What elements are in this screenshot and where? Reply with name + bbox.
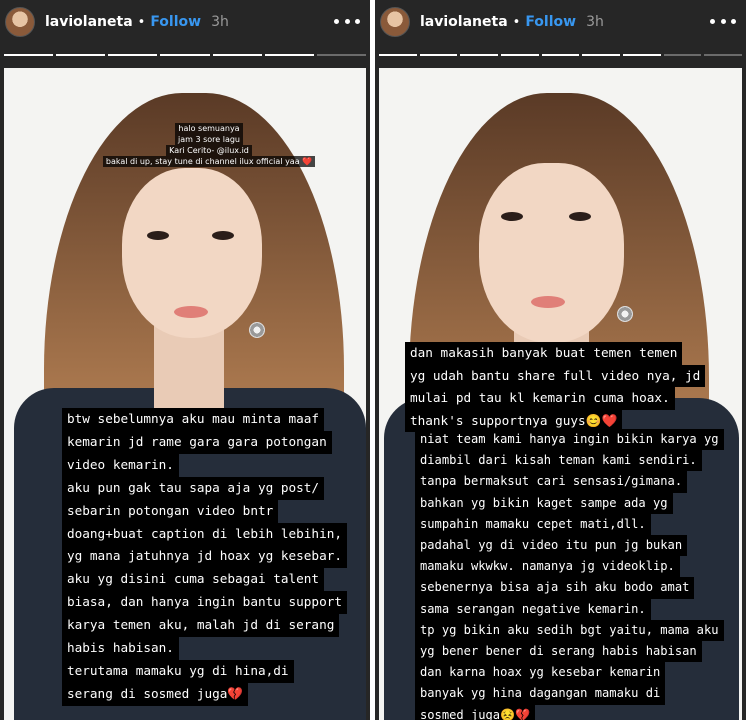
caption-line: Kari Cerito- @ilux.id	[166, 145, 252, 156]
story-header: laviolaneta • Follow 3h	[0, 0, 370, 44]
username[interactable]: laviolaneta	[420, 14, 508, 30]
more-options-icon[interactable]	[334, 8, 360, 34]
text-line: yg udah bantu share full video nya, jd	[405, 364, 706, 387]
text-line: video kemarin.	[62, 453, 179, 477]
progress-segment	[56, 54, 106, 56]
follow-button[interactable]: Follow	[150, 14, 201, 30]
progress-segment	[212, 54, 262, 56]
progress-segment	[419, 54, 458, 56]
progress-segment	[316, 54, 366, 56]
text-line: banyak yg hina dagangan mamaku di	[415, 683, 666, 705]
text-line: aku pun gak tau sapa aja yg post/	[62, 476, 325, 500]
story-header: laviolaneta • Follow 3h	[375, 0, 746, 44]
story-text-overlay: btw sebelumnya aku mau minta maaf kemarin…	[62, 408, 370, 706]
progress-segment	[663, 54, 702, 56]
text-line: dan makasih banyak buat temen temen	[405, 342, 683, 365]
text-line: sumpahin mamaku cepet mati,dll.	[415, 513, 651, 536]
text-line: serang di sosmed juga💔	[62, 682, 249, 706]
text-line: terutama mamaku yg di hina,di	[62, 659, 294, 683]
text-line: doang+buat caption di lebih lebihin,	[62, 522, 347, 546]
text-line: bahkan yg bikin kaget sampe ada yg	[415, 492, 673, 514]
text-line: yg mana jatuhnya jd hoax yg kesebar.	[62, 545, 347, 569]
separator-dot: •	[137, 14, 146, 30]
story-progress-bar	[4, 54, 366, 57]
post-time: 3h	[586, 14, 604, 30]
story-text-overlay: niat team kami hanya ingin bikin karya y…	[415, 429, 745, 720]
more-options-icon[interactable]	[710, 8, 736, 34]
caption-line: jam 3 sore lagu	[174, 134, 243, 145]
progress-segment	[264, 54, 314, 56]
follow-button[interactable]: Follow	[525, 14, 576, 30]
progress-segment	[108, 54, 158, 56]
text-line: diambil dari kisah teman kami sendiri.	[415, 450, 702, 472]
text-line: tanpa bermaksut cari sensasi/gimana.	[415, 471, 688, 493]
text-line: sosmed juga😣💔	[415, 704, 536, 720]
progress-segment	[460, 54, 499, 56]
text-line: dan karna hoax yg kesebar kemarin	[415, 662, 666, 684]
progress-segment	[501, 54, 539, 56]
progress-segment	[704, 54, 743, 56]
separator-dot: •	[512, 14, 521, 30]
story-progress-bar	[379, 54, 743, 57]
username[interactable]: laviolaneta	[45, 14, 133, 30]
text-line: kemarin jd rame gara gara potongan	[62, 430, 332, 454]
caption-line: bakal di up, stay tune di channel ilux o…	[102, 156, 316, 167]
profile-avatar[interactable]	[380, 7, 410, 37]
text-line: niat team kami hanya ingin bikin karya y…	[415, 429, 724, 451]
text-line: mamaku wkwkw. namanya jg videoklip.	[415, 556, 680, 578]
text-line: karya temen aku, malah jd di serang	[62, 614, 340, 638]
post-time: 3h	[211, 14, 229, 30]
story-panel-left[interactable]: laviolaneta • Follow 3h halo semuanya ja…	[0, 0, 370, 720]
profile-avatar[interactable]	[5, 7, 35, 37]
progress-segment	[541, 54, 580, 56]
text-line: btw sebelumnya aku mau minta maaf	[62, 408, 325, 431]
text-line: yg bener bener di serang habis habisan	[415, 641, 702, 663]
caption-line: halo semuanya	[175, 123, 243, 134]
story-caption: halo semuanya jam 3 sore lagu Kari Cerit…	[74, 123, 344, 167]
text-line: biasa, dan hanya ingin bantu support	[62, 591, 347, 615]
text-line: habis habisan.	[62, 637, 179, 660]
text-line: aku yg disini cuma sebagai talent	[62, 568, 325, 592]
text-line: tp yg bikin aku sedih bgt yaitu, mama ak…	[415, 619, 724, 642]
text-line: mulai pd tau kl kemarin cuma hoax.	[405, 387, 675, 410]
text-line: sama serangan negative kemarin.	[415, 598, 651, 620]
progress-segment	[4, 54, 54, 56]
text-line: sebarin potongan video bntr	[62, 499, 279, 523]
progress-segment	[623, 54, 661, 56]
text-line: sebenernya bisa aja sih aku bodo amat	[415, 577, 695, 599]
story-text-overlay-top: dan makasih banyak buat temen temen yg ud…	[405, 342, 745, 432]
progress-segment	[160, 54, 210, 56]
progress-segment	[379, 54, 417, 56]
progress-segment	[582, 54, 621, 56]
text-line: padahal yg di video itu pun jg bukan	[415, 535, 688, 557]
story-panel-right[interactable]: laviolaneta • Follow 3h dan makasih bany…	[375, 0, 746, 720]
